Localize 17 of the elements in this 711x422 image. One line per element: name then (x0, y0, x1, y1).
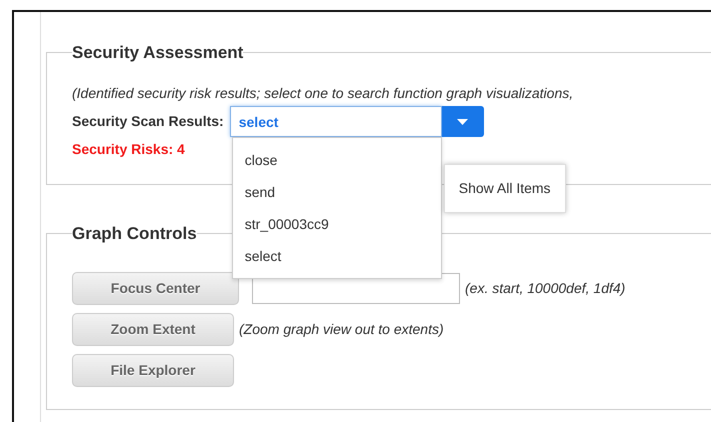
dropdown-option[interactable]: close (232, 144, 441, 176)
combo-input[interactable]: select (230, 106, 442, 137)
hint-text: (ex. start, 10000def, 1df4) (465, 279, 626, 298)
dropdown-button[interactable] (442, 106, 484, 137)
section-title: Graph Controls (72, 225, 197, 242)
caret-icon (457, 118, 468, 124)
hint-text: (Zoom graph view out to extents) (239, 320, 444, 339)
dropdown-option[interactable]: send (232, 176, 441, 208)
action-button[interactable]: Focus Center (72, 272, 239, 305)
section-title: Security Assessment (72, 44, 244, 61)
action-button[interactable]: File Explorer (72, 354, 234, 387)
dropdown-option[interactable]: str_00003cc9 (232, 208, 441, 240)
action-button[interactable]: Zoom Extent (72, 313, 234, 346)
tooltip: Show All Items (444, 164, 566, 213)
description-text: (Identified security risk results; select one to search function graph visualizations, (72, 84, 574, 103)
field-label: Security Scan Results: (72, 112, 224, 131)
dropdown-option[interactable]: select (232, 240, 441, 272)
